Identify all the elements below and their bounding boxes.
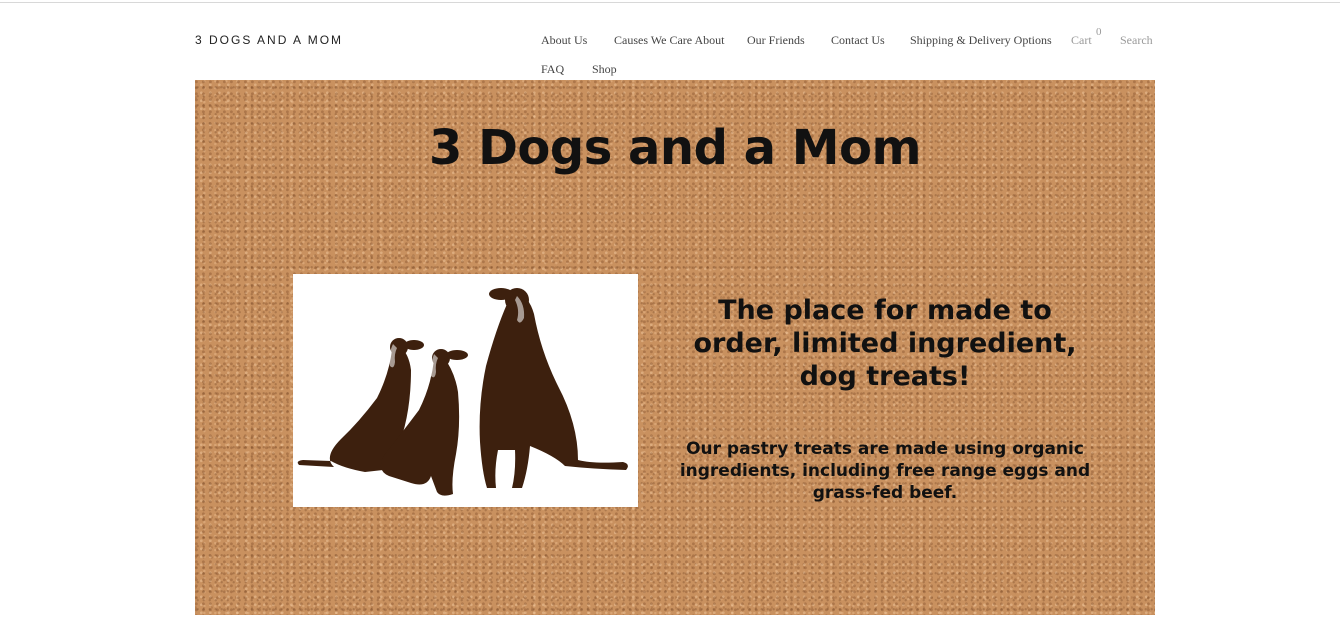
banner-tagline: The place for made to order, limited ing… (693, 295, 1077, 392)
dogs-silhouette-image (293, 274, 638, 507)
search-link[interactable]: Search (1120, 33, 1153, 48)
nav-shipping[interactable]: Shipping & Delivery Options (910, 33, 1052, 48)
hero-banner-image: 3 Dogs and a Mom The place for made to o… (195, 80, 1155, 615)
nav-faq[interactable]: FAQ (541, 62, 564, 77)
cart-count-badge: 0 (1096, 26, 1102, 38)
nav-about-us[interactable]: About Us (541, 33, 587, 48)
nav-our-friends[interactable]: Our Friends (747, 33, 805, 48)
banner-title: 3 Dogs and a Mom (428, 120, 922, 176)
nav-shop[interactable]: Shop (592, 62, 617, 77)
nav-causes[interactable]: Causes We Care About (614, 33, 724, 48)
cart-link[interactable]: Cart (1071, 33, 1092, 48)
site-title-link[interactable]: 3 DOGS AND A MOM (195, 33, 343, 47)
three-dogs-silhouette-icon (297, 288, 628, 496)
banner-subtext: Our pastry treats are made using organic… (679, 439, 1091, 503)
top-divider (0, 2, 1340, 3)
nav-contact-us[interactable]: Contact Us (831, 33, 885, 48)
